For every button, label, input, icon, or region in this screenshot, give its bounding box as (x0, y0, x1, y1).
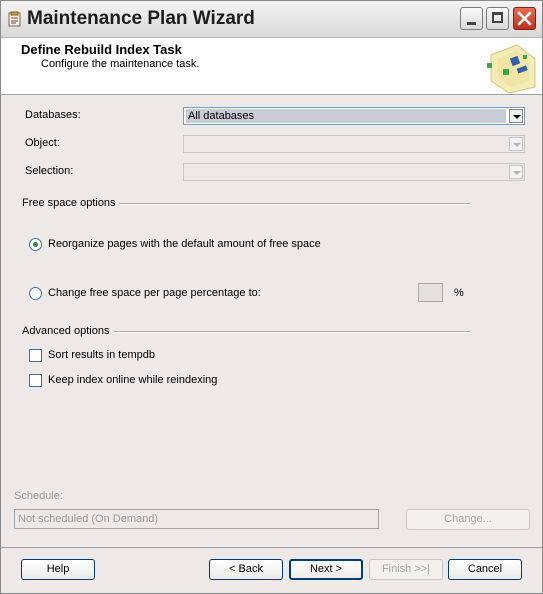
change-schedule-button[interactable]: Change... (406, 509, 530, 530)
title-bar[interactable]: Maintenance Plan Wizard (1, 1, 542, 38)
schedule-label: Schedule: (14, 490, 63, 502)
minimize-button[interactable] (460, 7, 483, 30)
change-free-space-label[interactable]: Change free space per page percentage to… (48, 287, 261, 299)
schedule-field[interactable]: Not scheduled (On Demand) (14, 509, 379, 529)
advanced-divider (114, 331, 470, 333)
cancel-button[interactable]: Cancel (448, 559, 522, 580)
help-button[interactable]: Help (21, 559, 95, 580)
chevron-down-icon (513, 171, 521, 175)
object-label: Object: (25, 137, 60, 149)
change-free-space-radio[interactable] (29, 287, 42, 300)
minimize-icon (467, 22, 476, 25)
databases-dropdown-button[interactable] (509, 109, 523, 123)
wizard-content: Databases: All databases Object: Selecti… (1, 95, 542, 547)
databases-label: Databases: (25, 109, 81, 121)
reorganize-label[interactable]: Reorganize pages with the default amount… (48, 238, 321, 250)
reorganize-radio[interactable] (29, 238, 42, 251)
advanced-group-label: Advanced options (22, 325, 110, 337)
page-title: Define Rebuild Index Task (21, 42, 182, 57)
object-dropdown[interactable] (183, 135, 525, 153)
close-icon (517, 11, 532, 26)
wizard-task-icon (487, 44, 536, 93)
page-subtitle: Configure the maintenance task. (41, 58, 200, 70)
chevron-down-icon (513, 115, 521, 119)
radio-selected-dot (33, 242, 38, 247)
maximize-button[interactable] (486, 7, 509, 30)
sort-tempdb-label[interactable]: Sort results in tempdb (48, 349, 155, 361)
selection-dropdown-button[interactable] (509, 165, 523, 179)
selection-label: Selection: (25, 165, 74, 177)
finish-button[interactable]: Finish >>| (369, 559, 443, 580)
keep-online-label[interactable]: Keep index online while reindexing (48, 374, 217, 386)
wizard-header: Define Rebuild Index Task Configure the … (1, 38, 542, 95)
selection-dropdown[interactable] (183, 163, 525, 181)
maximize-icon (492, 12, 503, 23)
free-space-group-label: Free space options (22, 197, 116, 209)
window-title: Maintenance Plan Wizard (27, 8, 255, 29)
app-icon (8, 11, 21, 27)
databases-dropdown[interactable]: All databases (183, 107, 525, 125)
object-dropdown-button[interactable] (509, 137, 523, 151)
close-button[interactable] (513, 7, 536, 30)
back-button[interactable]: < Back (209, 559, 283, 580)
sort-tempdb-checkbox[interactable] (29, 349, 42, 362)
percentage-input[interactable] (418, 283, 443, 302)
wizard-window: Maintenance Plan Wizard Define Rebuild I… (0, 0, 543, 594)
keep-online-checkbox[interactable] (29, 374, 42, 387)
free-space-divider (119, 203, 470, 205)
databases-value: All databases (186, 109, 506, 123)
next-button[interactable]: Next > (289, 559, 363, 580)
wizard-footer: Help < Back Next > Finish >>| Cancel (1, 547, 542, 593)
percent-symbol: % (454, 287, 464, 299)
schedule-value: Not scheduled (On Demand) (18, 513, 159, 525)
chevron-down-icon (513, 143, 521, 147)
